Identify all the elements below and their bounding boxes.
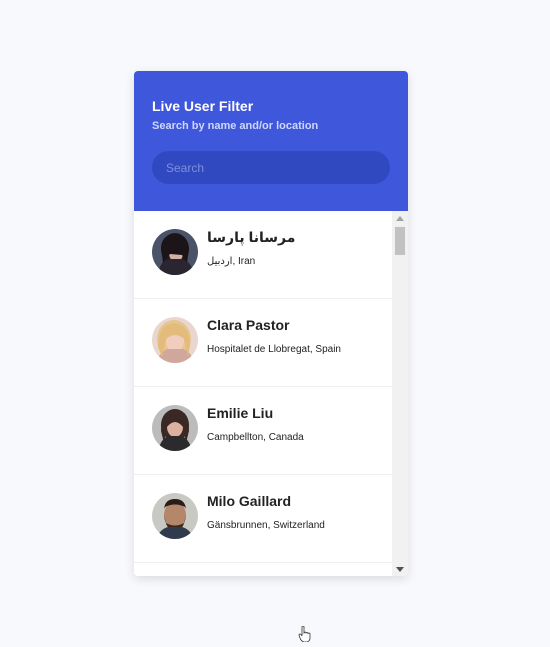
card-subtitle: Search by name and/or location — [152, 120, 319, 132]
avatar — [152, 493, 198, 539]
hand-pointer-cursor-icon — [298, 625, 312, 643]
user-name: Milo Gaillard — [207, 493, 292, 509]
scrollbar[interactable] — [392, 211, 408, 576]
list-item[interactable]: مرسانا پارسا اردبیل, Iran — [134, 211, 392, 299]
list-item[interactable]: Emilie Liu Campbellton, Canada — [134, 387, 392, 475]
scroll-thumb[interactable] — [395, 227, 405, 255]
list-item[interactable]: Clara Pastor Hospitalet de Llobregat, Sp… — [134, 299, 392, 387]
user-name: Clara Pastor — [207, 317, 290, 333]
scroll-down-arrow-icon[interactable] — [392, 562, 408, 576]
scroll-up-arrow-icon[interactable] — [392, 211, 408, 225]
user-location: Gänsbrunnen, Switzerland — [207, 520, 325, 531]
avatar — [152, 229, 198, 275]
search-input[interactable] — [152, 151, 390, 184]
user-location: Hospitalet de Llobregat, Spain — [207, 344, 341, 355]
user-name: Emilie Liu — [207, 405, 274, 421]
user-location: اردبیل, Iran — [207, 256, 256, 267]
user-location: Campbellton, Canada — [207, 432, 304, 443]
user-filter-card: Live User Filter Search by name and/or l… — [134, 71, 408, 576]
user-name: مرسانا پارسا — [207, 229, 296, 245]
list-item[interactable]: Milo Gaillard Gänsbrunnen, Switzerland — [134, 475, 392, 563]
avatar — [152, 405, 198, 451]
user-list[interactable]: مرسانا پارسا اردبیل, Iran Clara Pastor H… — [134, 211, 408, 576]
card-title: Live User Filter — [152, 98, 254, 114]
card-header: Live User Filter Search by name and/or l… — [134, 71, 408, 211]
avatar — [152, 317, 198, 363]
